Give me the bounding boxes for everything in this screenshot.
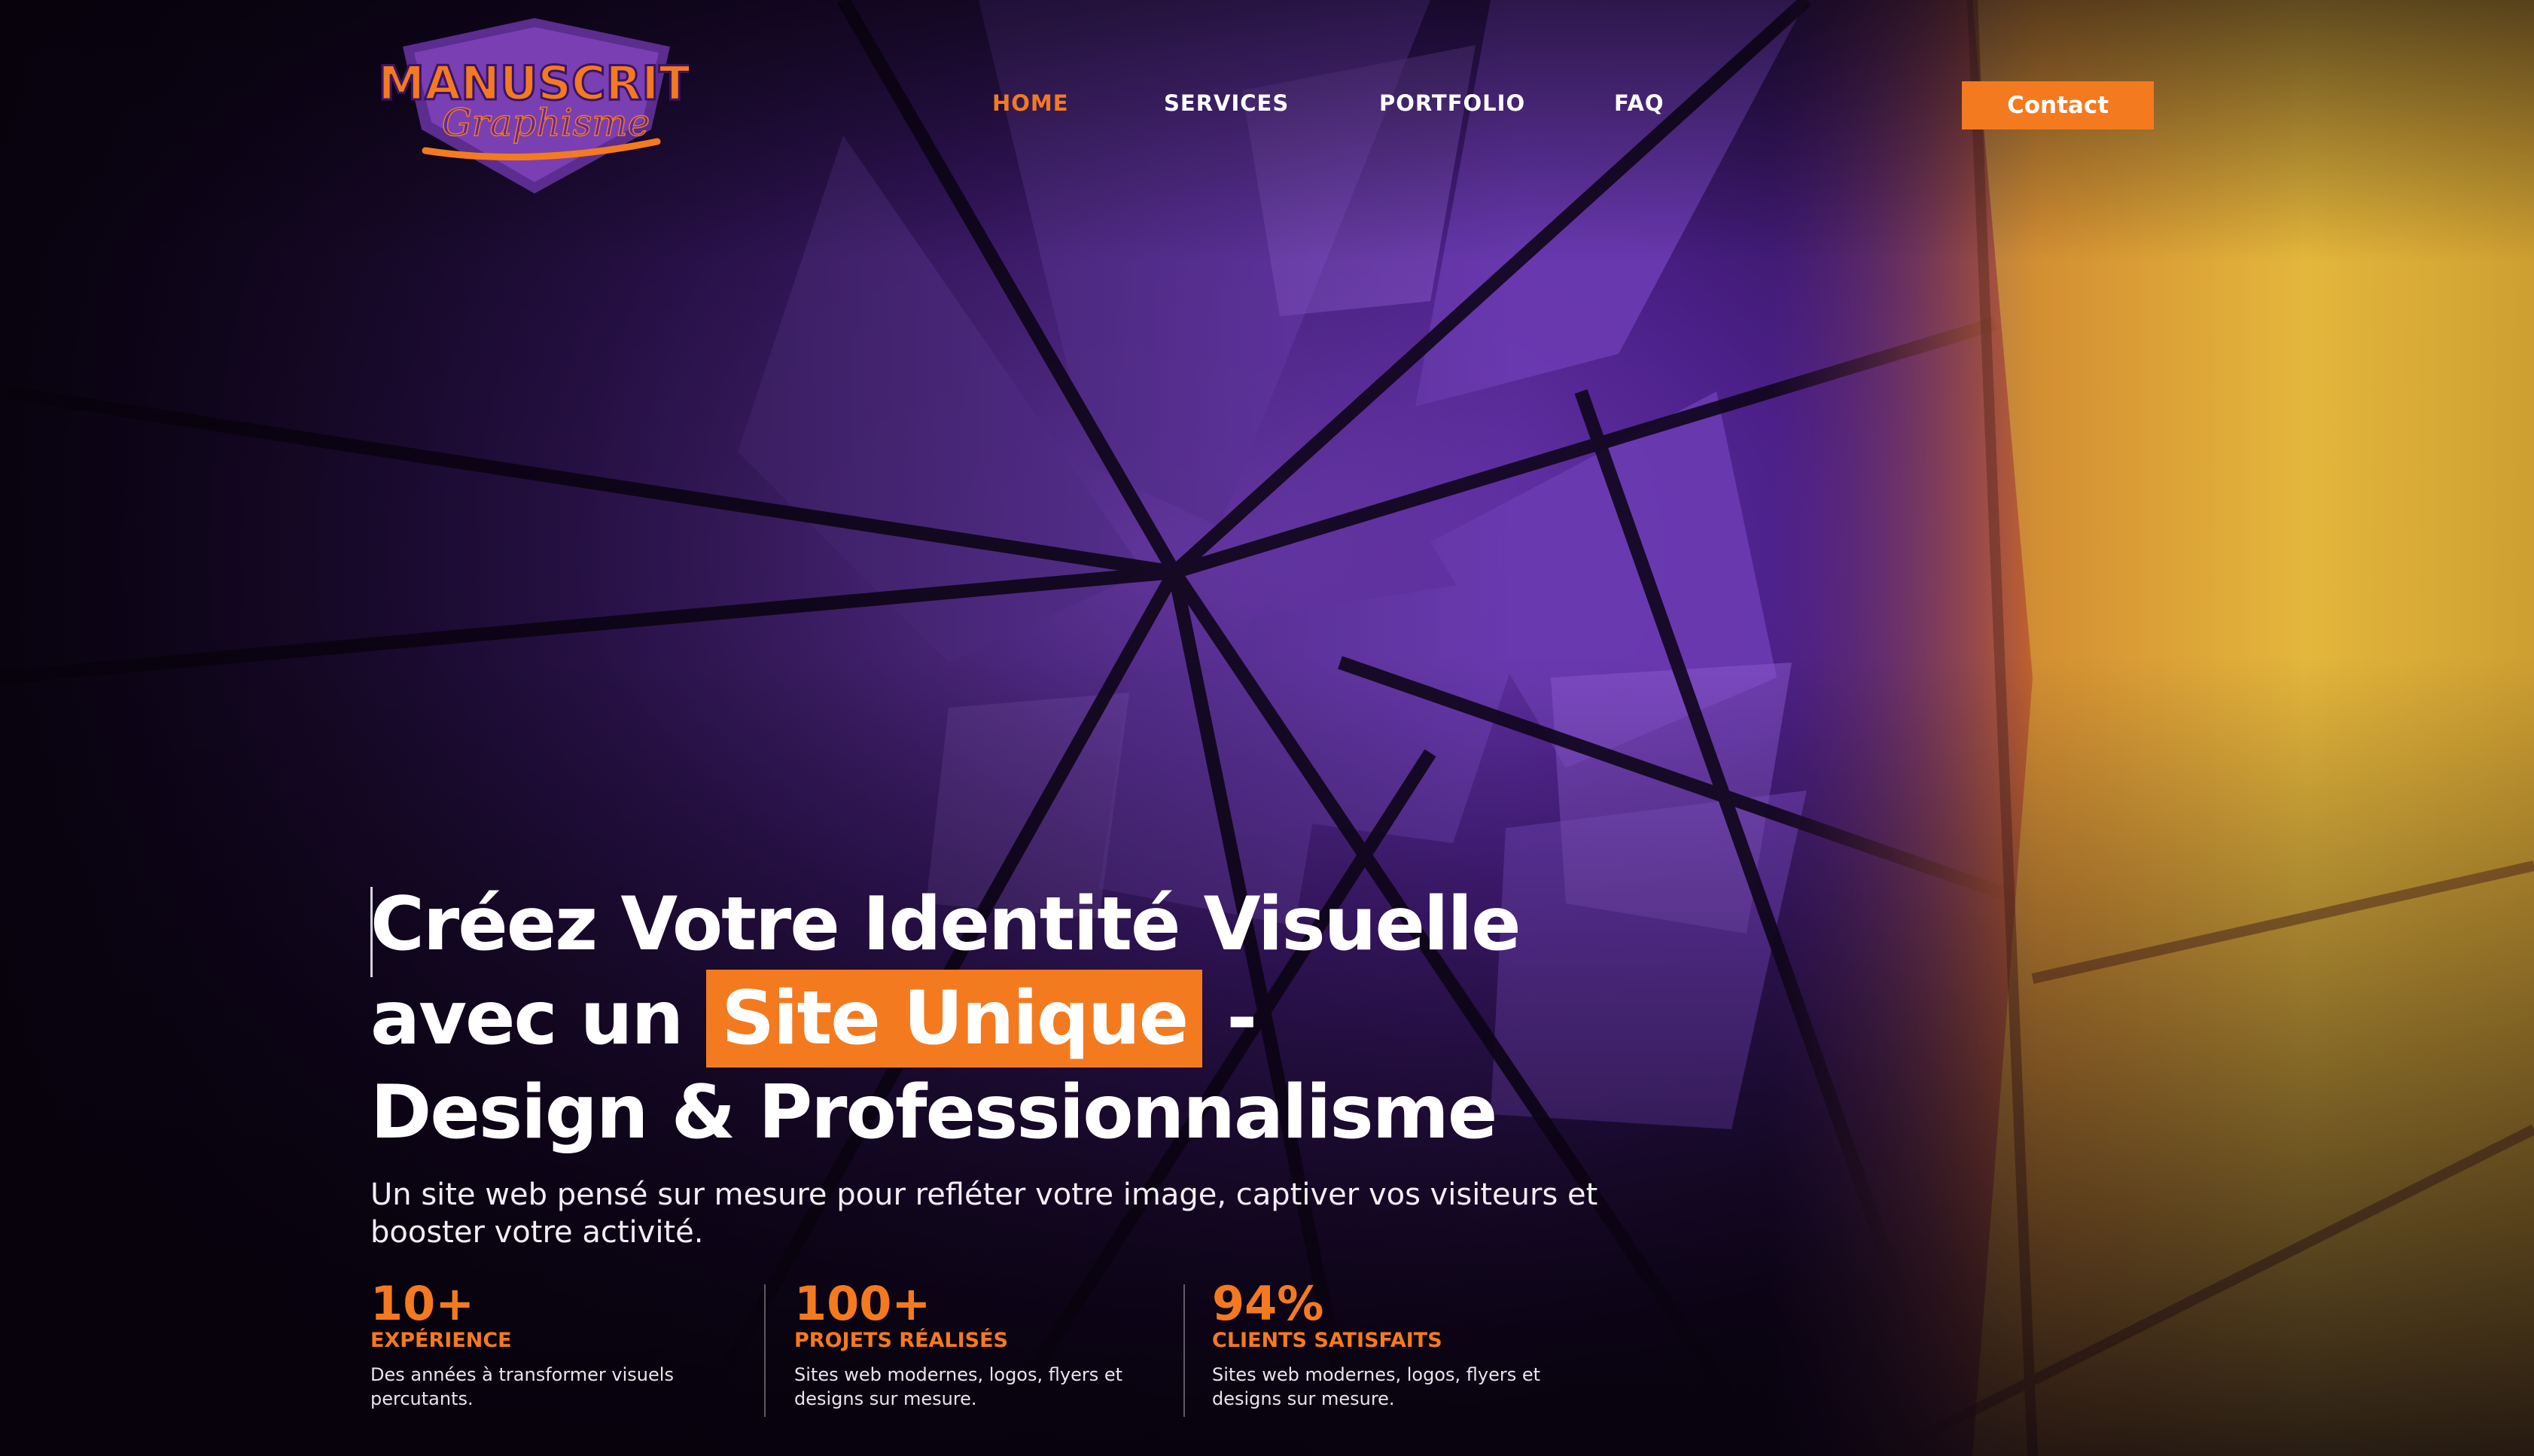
stat-divider: [764, 1284, 766, 1417]
stat-experience: 10+ EXPÉRIENCE Des années à transformer …: [370, 1280, 724, 1411]
stat-description: Sites web modernes, logos, flyers et des…: [1212, 1364, 1541, 1409]
stat-label: EXPÉRIENCE: [370, 1329, 512, 1352]
nav-services[interactable]: SERVICES: [1164, 90, 1289, 116]
stat-divider: [1183, 1284, 1185, 1417]
svg-text:Graphisme: Graphisme: [442, 101, 650, 145]
stat-description: Sites web modernes, logos, flyers et des…: [794, 1364, 1123, 1409]
headline-line-2-suffix: -: [1202, 976, 1257, 1062]
nav-home[interactable]: HOME: [992, 90, 1069, 116]
stat-value: 94%: [1212, 1276, 1324, 1331]
stat-clients: 94% CLIENTS SATISFAITS Sites web moderne…: [1212, 1280, 1566, 1411]
stat-label: CLIENTS SATISFAITS: [1212, 1329, 1442, 1352]
brand-logo[interactable]: MANUSCRIT Graphisme: [380, 17, 689, 193]
headline-line-1: Créez Votre Identité Visuelle: [370, 882, 1521, 967]
hero-section: MANUSCRIT Graphisme HOME SERVICES PORTFO…: [0, 0, 2534, 1456]
stat-label: PROJETS RÉALISÉS: [794, 1329, 1009, 1352]
stat-value: 100+: [794, 1276, 931, 1331]
stat-value: 10+: [370, 1276, 475, 1331]
hero-subtitle: Un site web pensé sur mesure pour reflét…: [370, 1177, 1598, 1250]
nav-faq[interactable]: FAQ: [1614, 90, 1664, 116]
headline-line-2-prefix: avec un: [370, 976, 707, 1062]
nav-portfolio[interactable]: PORTFOLIO: [1379, 90, 1525, 116]
stat-description: Des années à transformer visuels percuta…: [370, 1364, 674, 1409]
headline-highlight: Site Unique: [706, 970, 1203, 1068]
contact-button[interactable]: Contact: [1962, 81, 2154, 129]
stat-projects: 100+ PROJETS RÉALISÉS Sites web modernes…: [794, 1280, 1148, 1411]
hero-headline: Créez Votre Identité Visuelle avec un Si…: [370, 879, 1521, 1158]
headline-line-3: Design & Professionnalisme: [370, 1070, 1497, 1156]
